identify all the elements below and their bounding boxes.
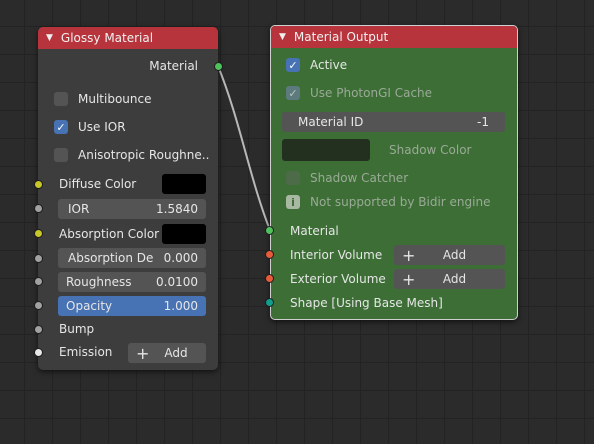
use-ior-label: Use IOR (78, 120, 126, 134)
roughness-value: 0.0100 (156, 275, 198, 289)
ior-value: 1.5840 (156, 202, 198, 216)
interior-volume-label: Interior Volume (290, 248, 383, 262)
collapse-arrow-icon[interactable]: ▼ (46, 33, 53, 43)
roughness-label: Roughness (66, 275, 132, 289)
anisotropic-checkbox[interactable]: Anisotropic Roughne.. (54, 148, 209, 162)
active-checkbox[interactable]: ✓ Active (286, 58, 347, 72)
absorption-depth-socket[interactable] (34, 254, 43, 263)
material-output-label: Material (149, 59, 198, 73)
diffuse-color-label: Diffuse Color (59, 177, 137, 191)
opacity-socket[interactable] (34, 301, 43, 310)
material-input-socket[interactable] (265, 226, 274, 235)
add-label: Add (442, 272, 467, 286)
node-title: Glossy Material (60, 31, 154, 45)
use-ior-checkbox[interactable]: ✓ Use IOR (54, 120, 126, 134)
collapse-arrow-icon[interactable]: ▼ (279, 32, 286, 42)
add-label: Add (164, 346, 188, 360)
plus-icon: + (402, 269, 416, 289)
emission-add-button[interactable]: + Add (128, 343, 206, 363)
glossy-material-header[interactable]: ▼ Glossy Material (38, 27, 218, 49)
glossy-material-node[interactable]: ▼ Glossy Material Material Multibounce ✓… (38, 27, 218, 370)
add-label: Add (442, 248, 467, 262)
interior-volume-add-button[interactable]: + Add (394, 245, 505, 265)
shadow-color-swatch[interactable] (282, 139, 370, 161)
material-id-field[interactable]: Material ID -1 (282, 112, 505, 132)
absorption-color-socket[interactable] (34, 229, 43, 238)
info-text: Not supported by Bidir engine (310, 195, 491, 209)
exterior-volume-socket[interactable] (265, 274, 274, 283)
shape-label: Shape [Using Base Mesh] (290, 296, 443, 310)
material-output-header[interactable]: ▼ Material Output (271, 26, 517, 48)
material-output-socket[interactable] (214, 62, 223, 71)
multibounce-checkbox[interactable]: Multibounce (54, 92, 151, 106)
exterior-volume-add-button[interactable]: + Add (394, 269, 505, 289)
multibounce-label: Multibounce (78, 92, 152, 106)
emission-socket[interactable] (34, 348, 43, 357)
ior-socket[interactable] (34, 204, 43, 213)
info-message: i Not supported by Bidir engine (286, 195, 490, 209)
opacity-label: Opacity (66, 299, 113, 313)
shape-socket[interactable] (265, 298, 274, 307)
opacity-value: 1.000 (163, 299, 198, 313)
shadow-catcher-checkbox[interactable]: Shadow Catcher (286, 171, 408, 185)
diffuse-color-socket[interactable] (34, 180, 43, 189)
emission-label: Emission (59, 345, 113, 359)
photongi-checkbox[interactable]: ✓ Use PhotonGI Cache (286, 86, 432, 100)
shadow-color-label: Shadow Color (389, 143, 472, 157)
bump-label: Bump (59, 322, 95, 336)
absorption-depth-label: Absorption De (68, 251, 154, 265)
photongi-label: Use PhotonGI Cache (310, 86, 433, 100)
checkbox-icon[interactable] (286, 171, 300, 185)
roughness-socket[interactable] (34, 277, 43, 286)
check-icon[interactable]: ✓ (286, 58, 300, 72)
absorption-color-label: Absorption Color (59, 227, 160, 241)
exterior-volume-label: Exterior Volume (290, 272, 386, 286)
material-id-value: -1 (477, 115, 489, 129)
roughness-field[interactable]: Roughness 0.0100 (58, 272, 206, 292)
plus-icon: + (402, 245, 416, 265)
checkbox-icon[interactable] (54, 148, 68, 162)
checkbox-icon[interactable] (54, 92, 68, 106)
ior-label: IOR (68, 202, 90, 216)
absorption-depth-field[interactable]: Absorption De 0.000 (58, 248, 206, 268)
absorption-color-swatch[interactable] (162, 224, 206, 244)
shadow-catcher-label: Shadow Catcher (310, 171, 409, 185)
diffuse-color-swatch[interactable] (162, 174, 206, 194)
check-icon[interactable]: ✓ (54, 120, 68, 134)
opacity-field[interactable]: Opacity 1.000 (58, 296, 206, 316)
material-output-node[interactable]: ▼ Material Output ✓ Active ✓ Use PhotonG… (270, 25, 518, 320)
material-input-label: Material (290, 224, 339, 238)
active-label: Active (310, 58, 348, 72)
material-id-label: Material ID (298, 115, 364, 129)
plus-icon: + (136, 343, 150, 363)
absorption-depth-value: 0.000 (163, 251, 198, 265)
ior-field[interactable]: IOR 1.5840 (58, 199, 206, 219)
bump-socket[interactable] (34, 325, 43, 334)
info-icon: i (286, 195, 300, 209)
node-title: Material Output (293, 30, 389, 44)
interior-volume-socket[interactable] (265, 250, 274, 259)
anisotropic-label: Anisotropic Roughne.. (78, 148, 210, 162)
check-icon[interactable]: ✓ (286, 86, 300, 100)
